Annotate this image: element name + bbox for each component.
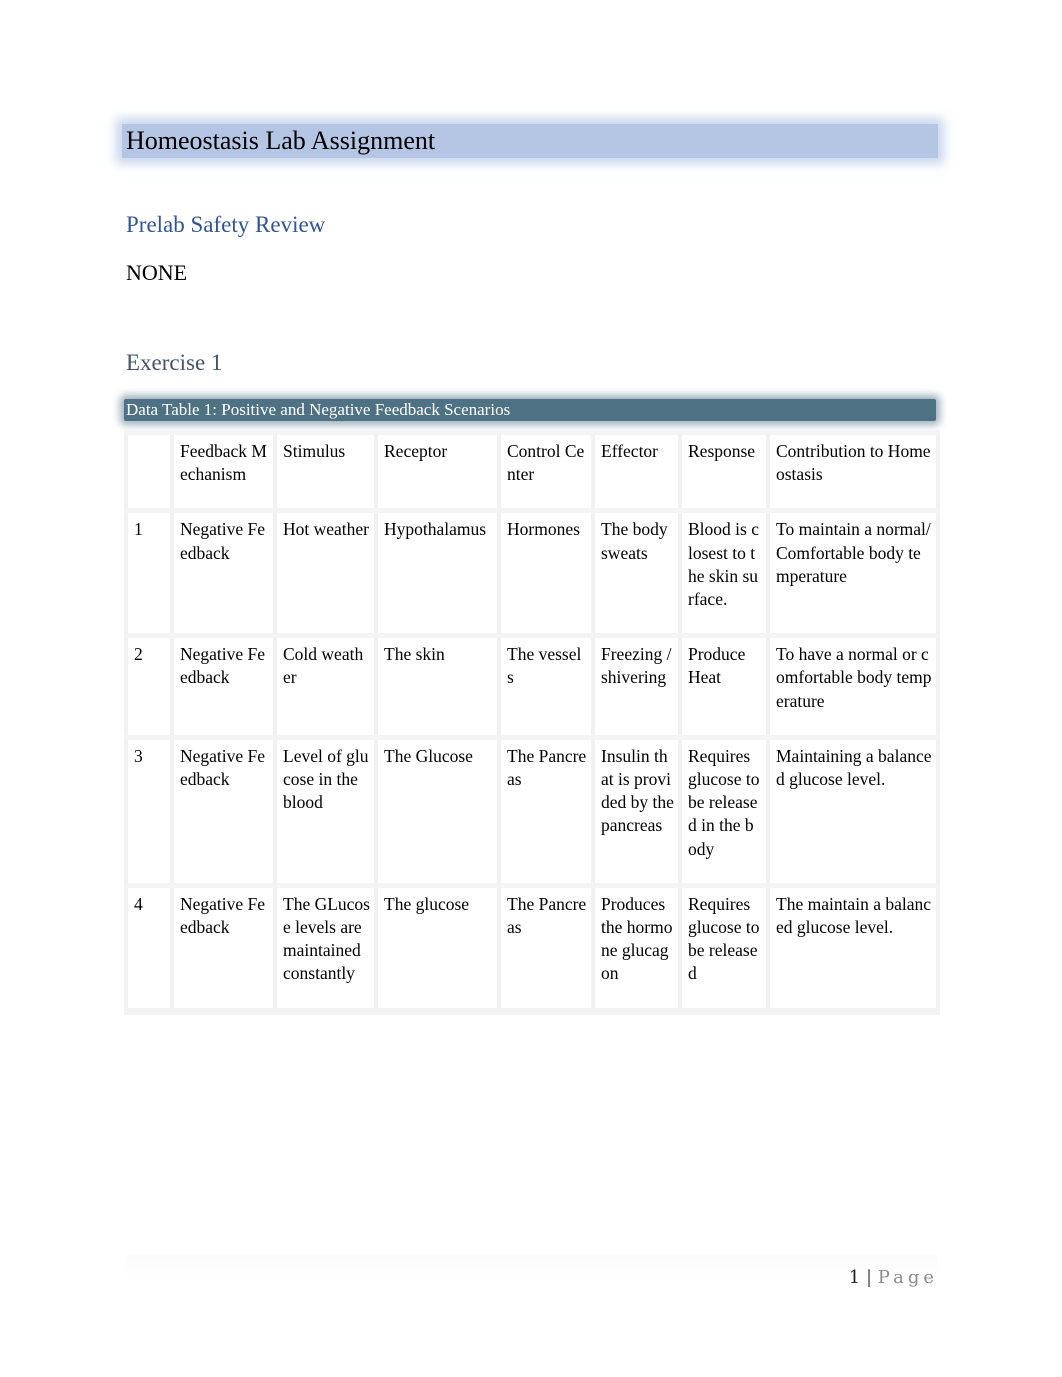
cell-receptor: The Glucose [374,734,501,886]
cell-effector: The body sweats [591,508,682,636]
feedback-data-table: Feedback Mechanism Stimulus Receptor Con… [124,429,940,1015]
exercise-heading: Exercise 1 [126,350,223,375]
cell-feedback-mechanism: Negative Feedback [170,882,277,1015]
cell-control-center: The Pancreas [497,734,595,886]
cell-index: 2 [124,633,174,738]
page-label: Page [877,1267,938,1288]
header-cell-response: Response [678,429,770,511]
cell-contribution: To maintain a normal/Comfortable body te… [766,508,940,636]
page-number: 1 [848,1267,861,1288]
table-row: 1 Negative Feedback Hot weather Hypothal… [124,508,940,636]
cell-contribution: The maintain a balanced glucose level. [766,882,940,1015]
cell-response: Requires glucose to be released in the b… [678,734,770,886]
cell-contribution: Maintaining a balanced glucose level. [766,734,940,886]
cell-feedback-mechanism: Negative Feedback [170,734,277,886]
cell-effector: Produces the hormone glucagon [591,882,682,1015]
cell-response: Requires glucose to be released [678,882,770,1015]
prelab-body: NONE [126,260,188,285]
cell-receptor: The glucose [374,882,501,1015]
cell-stimulus: The GLucose levels are maintained consta… [273,882,378,1015]
header-cell-receptor: Receptor [374,429,501,511]
header-cell-control-center: Control Center [497,429,595,511]
cell-feedback-mechanism: Negative Feedback [170,633,277,738]
cell-stimulus: Level of glucose in the blood [273,734,378,886]
header-cell-stimulus: Stimulus [273,429,378,511]
cell-effector: Insulin that is provided by the pancreas [591,734,682,886]
footer-separator: | [865,1267,873,1288]
header-cell-effector: Effector [591,429,682,511]
cell-control-center: The vessels [497,633,595,738]
cell-response: Blood is closest to the skin surface. [678,508,770,636]
cell-stimulus: Cold weather [273,633,378,738]
cell-stimulus: Hot weather [273,508,378,636]
footer-divider [126,1255,938,1277]
cell-index: 4 [124,882,174,1015]
cell-feedback-mechanism: Negative Feedback [170,508,277,636]
header-cell-index [124,429,174,511]
table-row: 4 Negative Feedback The GLucose levels a… [124,882,940,1015]
cell-effector: Freezing / shivering [591,633,682,738]
cell-index: 3 [124,734,174,886]
cell-control-center: The Pancreas [497,882,595,1015]
cell-receptor: The skin [374,633,501,738]
table-row: 2 Negative Feedback Cold weather The ski… [124,633,940,738]
table-caption: Data Table 1: Positive and Negative Feed… [126,400,511,419]
cell-receptor: Hypothalamus [374,508,501,636]
cell-control-center: Hormones [497,508,595,636]
header-cell-contribution: Contribution to Homeostasis [766,429,940,511]
table-row: 3 Negative Feedback Level of glucose in … [124,734,940,886]
header-cell-feedback-mechanism: Feedback Mechanism [170,429,277,511]
table-header-row: Feedback Mechanism Stimulus Receptor Con… [124,429,940,511]
cell-contribution: To have a normal or comfortable body tem… [766,633,940,738]
page-footer: 1 | Page [849,1267,938,1288]
prelab-heading: Prelab Safety Review [126,212,326,237]
cell-index: 1 [124,508,174,636]
document-title: Homeostasis Lab Assignment [126,126,436,155]
cell-response: Produce Heat [678,633,770,738]
